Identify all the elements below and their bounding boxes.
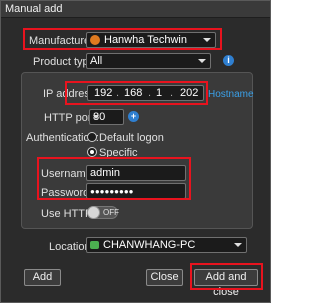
specific-label: Specific [99,147,138,159]
toggle-knob [87,206,100,219]
hostname-link[interactable]: Hostname [208,89,254,100]
add-button[interactable]: Add [24,269,61,286]
use-https-toggle[interactable]: OFF [87,206,119,219]
ip-address-input[interactable]: 192 . 168 . 1 . 202 [87,85,204,101]
password-value: ●●●●●●●●● [90,187,134,196]
window-title: Manual add [5,3,63,15]
username-input[interactable]: admin [86,165,186,181]
username-value: admin [90,167,120,179]
http-port-spinner[interactable]: 80 [89,109,124,125]
default-logon-label: Default logon [99,132,164,144]
chevron-down-icon [203,38,211,42]
chevron-down-icon [234,243,242,247]
product-type-dropdown[interactable]: All [86,53,211,69]
location-value: CHANWHANG-PC [103,239,196,251]
ip-octet-3: 1 [156,87,163,99]
password-label: Password: [41,187,93,199]
add-and-close-button[interactable]: Add and close [194,269,258,298]
radio-specific[interactable] [87,147,97,157]
info-icon[interactable]: i [223,55,234,66]
chevron-down-icon [93,115,99,119]
ip-octet-2: 168 [124,87,143,99]
close-button[interactable]: Close [146,269,183,286]
location-dropdown[interactable]: CHANWHANG-PC [86,237,247,253]
manufacturer-dropdown[interactable]: Hanwha Techwin [86,32,216,48]
password-input[interactable]: ●●●●●●●●● [86,183,186,199]
toggle-state: OFF [103,208,119,217]
chevron-down-icon [198,59,206,63]
hanwha-logo-icon [90,35,100,45]
ip-octet-1: 192 [94,87,113,99]
product-type-value: All [90,55,103,67]
radio-default-logon[interactable] [87,132,97,142]
title-bar: Manual add [1,1,270,18]
ip-octet-4: 202 [180,87,199,99]
add-icon[interactable]: + [128,111,139,122]
manual-add-dialog: Manual add Manufacturer: Hanwha Techwin … [0,0,271,303]
manufacturer-value: Hanwha Techwin [104,34,187,46]
computer-icon [90,241,99,249]
